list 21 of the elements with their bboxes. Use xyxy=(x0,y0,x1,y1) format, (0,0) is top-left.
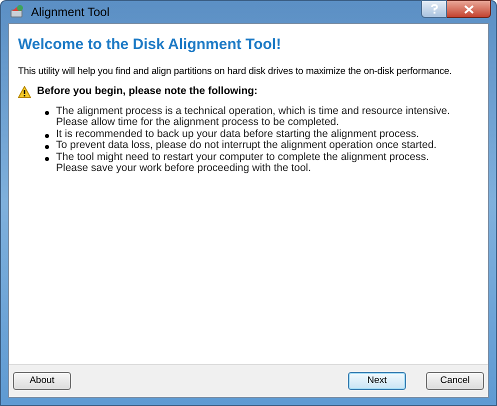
bullet-text: The alignment process is a technical operation, which is time and resource intensive. Please allow time for the alignment process to be completed. xyxy=(56,106,450,129)
bullet-text: It is recommended to back up your data before starting the alignment process. xyxy=(56,128,420,140)
bullet-icon xyxy=(45,134,49,138)
dialog-button[interactable]: Cancel xyxy=(426,372,484,390)
warning-icon xyxy=(18,86,31,98)
bullet-icon xyxy=(45,110,49,115)
close-button[interactable] xyxy=(447,0,491,18)
dialog-button[interactable]: Next xyxy=(348,372,406,390)
bullet-icon xyxy=(45,145,49,150)
notice-heading: Before you begin, please note the following: xyxy=(37,84,258,99)
bullet-text: The tool might need to restart your computer to complete the alignment process. Please save your work before proceeding with the tool. xyxy=(56,152,429,175)
close-icon xyxy=(464,4,474,14)
app-icon xyxy=(9,4,25,20)
welcome-heading: Welcome to the Disk Alignment Tool! xyxy=(18,35,282,55)
bullet-text: To prevent data loss, please do not interrupt the alignment operation once started. xyxy=(56,140,437,152)
intro-text: This utility will help you find and align partitions on hard disk drives to maximize the on-disk performance. xyxy=(18,64,452,78)
dialog-button[interactable]: About xyxy=(13,372,71,390)
help-button[interactable] xyxy=(421,0,447,18)
bullet-icon xyxy=(45,156,49,161)
help-icon xyxy=(430,4,438,14)
window-title: Alignment Tool xyxy=(31,4,110,21)
